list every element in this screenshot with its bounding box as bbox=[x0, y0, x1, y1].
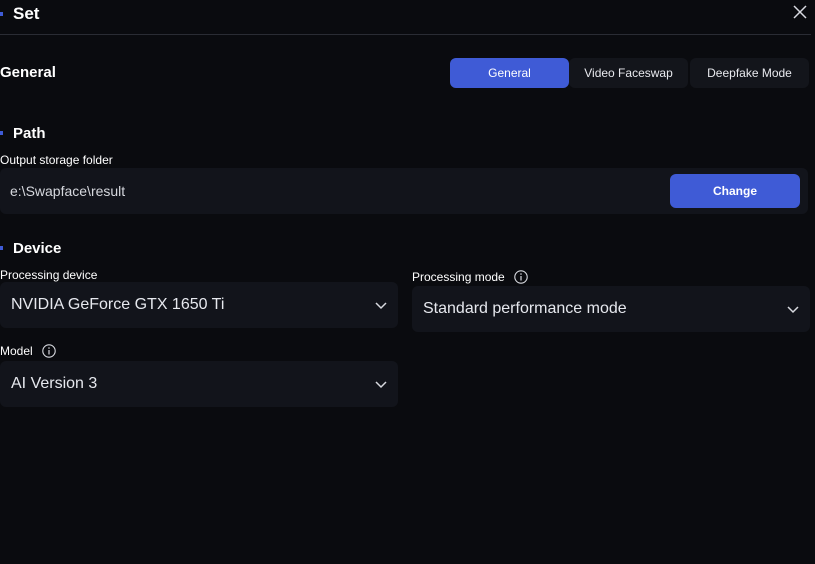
output-folder-label: Output storage folder bbox=[0, 153, 113, 167]
path-section-title: Path bbox=[0, 123, 46, 143]
path-accent-bar bbox=[0, 131, 3, 135]
chevron-down-icon bbox=[375, 302, 387, 310]
device-title-text: Device bbox=[13, 239, 62, 257]
settings-title-text: Set bbox=[13, 4, 40, 23]
processing-mode-label: Processing mode bbox=[412, 270, 528, 284]
close-icon[interactable] bbox=[791, 3, 809, 21]
info-icon[interactable] bbox=[513, 270, 528, 284]
device-section-title: Device bbox=[0, 238, 61, 258]
model-select[interactable]: AI Version 3 bbox=[0, 361, 398, 407]
processing-device-value: NVIDIA GeForce GTX 1650 Ti bbox=[11, 296, 225, 313]
settings-tabs: General Video Faceswap Deepfake Mode bbox=[450, 58, 809, 88]
processing-mode-select[interactable]: Standard performance mode bbox=[412, 286, 810, 332]
model-label-text: Model bbox=[0, 344, 33, 358]
processing-mode-label-text: Processing mode bbox=[412, 270, 505, 284]
processing-device-label-text: Processing device bbox=[0, 268, 98, 282]
path-title-text: Path bbox=[13, 124, 46, 142]
general-label: General bbox=[0, 64, 56, 81]
output-folder-value: e:\Swapface\result bbox=[10, 183, 126, 199]
header-divider bbox=[0, 34, 811, 35]
tab-general[interactable]: General bbox=[450, 58, 569, 88]
tab-deepfake-mode[interactable]: Deepfake Mode bbox=[690, 58, 809, 88]
settings-panel: Set General General Video Faceswap Deepf… bbox=[0, 0, 815, 564]
output-folder-field: e:\Swapface\result Change bbox=[0, 168, 808, 214]
model-label: Model bbox=[0, 344, 56, 358]
chevron-down-icon bbox=[375, 381, 387, 389]
title-accent-bar bbox=[0, 12, 3, 16]
chevron-down-icon bbox=[787, 306, 799, 314]
processing-device-label: Processing device bbox=[0, 268, 97, 282]
device-accent-bar bbox=[0, 246, 3, 250]
change-folder-button[interactable]: Change bbox=[670, 174, 800, 208]
processing-device-select[interactable]: NVIDIA GeForce GTX 1650 Ti bbox=[0, 282, 398, 328]
processing-mode-value: Standard performance mode bbox=[423, 300, 627, 317]
model-value: AI Version 3 bbox=[11, 375, 98, 392]
info-icon[interactable] bbox=[41, 344, 56, 358]
settings-title: Set bbox=[0, 3, 39, 25]
tab-video-faceswap[interactable]: Video Faceswap bbox=[569, 58, 688, 88]
